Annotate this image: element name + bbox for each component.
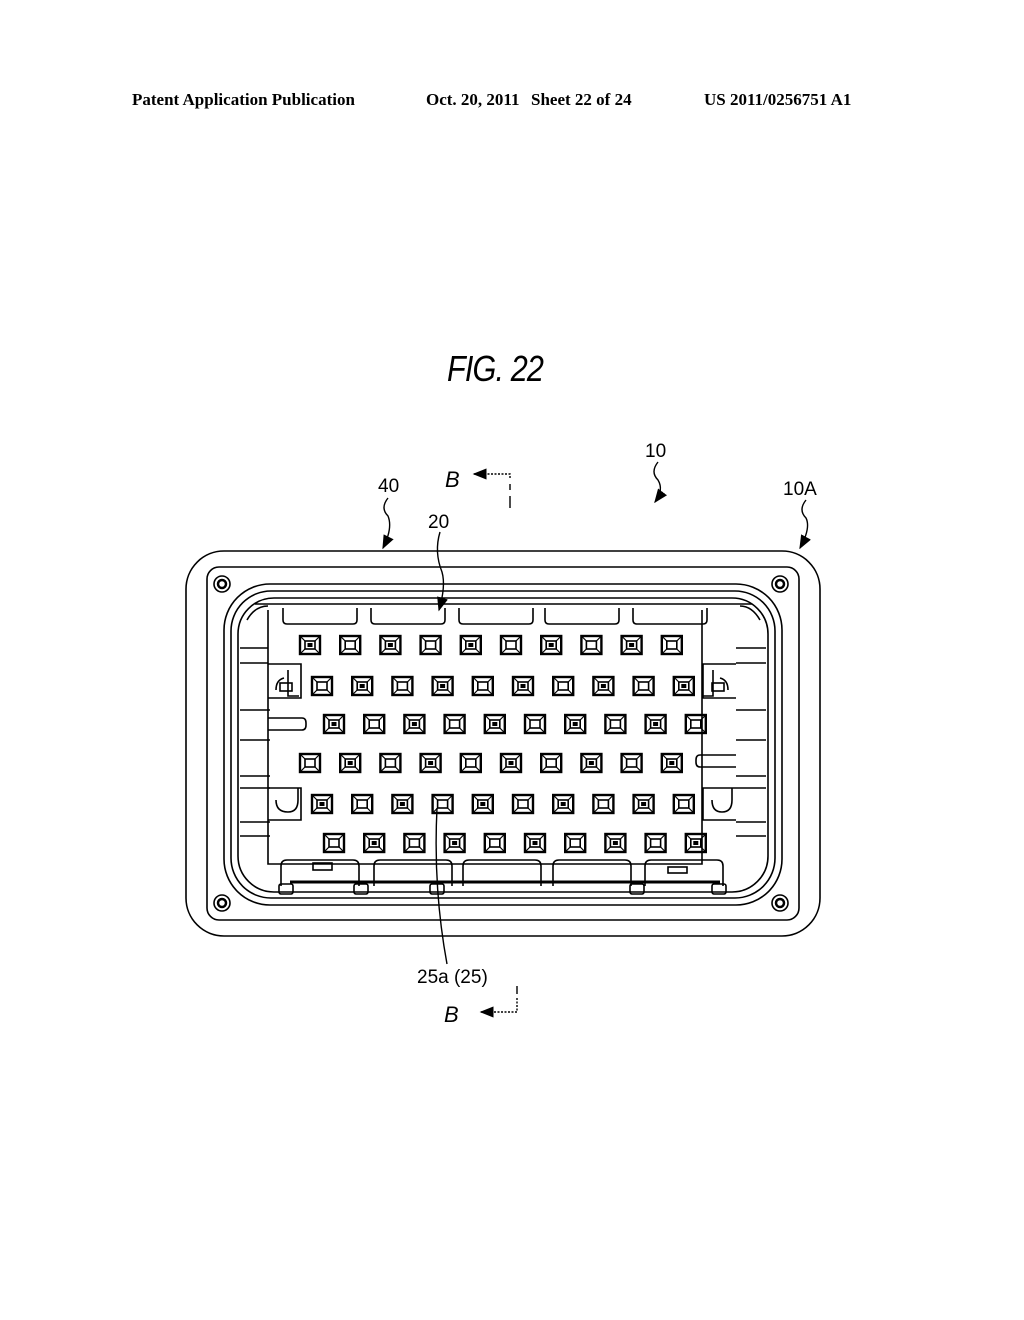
terminal-cavity	[363, 832, 386, 854]
bolt-top-right	[771, 575, 789, 593]
seal-outer	[223, 583, 783, 906]
terminal-cavity	[391, 675, 414, 697]
connector-drawing: 10 10A 40 20 25a (25) B B	[185, 441, 821, 1027]
leader-10	[653, 461, 668, 504]
terminal-cavity	[564, 832, 587, 854]
terminal-cavity	[483, 713, 506, 735]
terminal-cavity-grid	[298, 634, 707, 854]
label-section-b-bottom: B	[444, 1002, 459, 1027]
terminal-cavity	[660, 752, 683, 774]
terminal-cavity	[672, 675, 695, 697]
terminal-cavity	[523, 713, 547, 735]
terminal-cavity	[552, 675, 575, 697]
terminal-cavity	[580, 752, 603, 774]
terminal-cavity	[511, 793, 535, 815]
terminal-cavity	[540, 752, 563, 774]
terminal-cavity	[298, 752, 322, 774]
label-25a: 25a (25)	[417, 967, 488, 988]
terminal-cavity	[310, 793, 334, 815]
terminal-cavity	[403, 713, 426, 735]
terminal-cavity	[391, 793, 414, 815]
leader-40	[382, 497, 394, 550]
terminal-cavity	[351, 793, 374, 815]
label-section-b-top: B	[445, 467, 460, 492]
bolt-bottom-right	[771, 894, 789, 912]
leader-10a	[799, 499, 811, 550]
leader-25a	[435, 807, 448, 965]
terminal-cavity	[552, 793, 575, 815]
terminal-cavity	[379, 634, 402, 656]
section-arrow-top	[472, 468, 511, 480]
terminal-cavity	[298, 634, 322, 656]
terminal-cavity	[459, 752, 482, 774]
terminal-cavity	[604, 713, 627, 735]
terminal-cavity	[443, 713, 466, 735]
terminal-cavity	[403, 832, 426, 854]
terminal-cavity	[580, 634, 603, 656]
label-40: 40	[378, 476, 399, 497]
bolt-bottom-left	[213, 894, 231, 912]
terminal-cavity	[339, 634, 362, 656]
terminal-cavity	[660, 634, 683, 656]
terminal-cavity	[443, 832, 466, 854]
label-10a: 10A	[783, 479, 817, 500]
terminal-cavity	[431, 793, 454, 815]
terminal-cavity	[471, 675, 494, 697]
housing-opening	[237, 597, 769, 893]
terminal-cavity	[632, 675, 655, 697]
bolt-top-left	[213, 575, 231, 593]
terminal-cavity	[459, 634, 482, 656]
terminal-cavity	[632, 793, 655, 815]
terminal-cavity	[672, 793, 695, 815]
terminal-cavity	[644, 832, 667, 854]
terminal-cavity	[540, 634, 563, 656]
terminal-cavity	[351, 675, 374, 697]
section-arrow-bottom	[479, 998, 518, 1018]
terminal-cavity	[322, 832, 346, 854]
flange-inner-border	[206, 566, 800, 921]
label-10: 10	[645, 441, 666, 462]
terminal-cavity	[499, 634, 523, 656]
terminal-cavity	[592, 793, 615, 815]
terminal-cavity	[644, 713, 667, 735]
terminal-cavity	[322, 713, 346, 735]
label-20: 20	[428, 512, 449, 533]
terminal-cavity	[379, 752, 402, 774]
terminal-cavity	[620, 752, 643, 774]
terminal-cavity	[419, 634, 442, 656]
terminal-cavity	[431, 675, 454, 697]
terminal-cavity	[363, 713, 386, 735]
terminal-cavity	[483, 832, 506, 854]
terminal-cavity	[620, 634, 643, 656]
terminal-cavity	[523, 832, 547, 854]
terminal-cavity	[499, 752, 523, 774]
terminal-cavity	[592, 675, 615, 697]
terminal-cavity	[419, 752, 442, 774]
terminal-cavity	[339, 752, 362, 774]
terminal-cavity	[511, 675, 535, 697]
terminal-cavity	[564, 713, 587, 735]
terminal-cavity	[471, 793, 494, 815]
terminal-cavity	[604, 832, 627, 854]
terminal-cavity	[310, 675, 334, 697]
